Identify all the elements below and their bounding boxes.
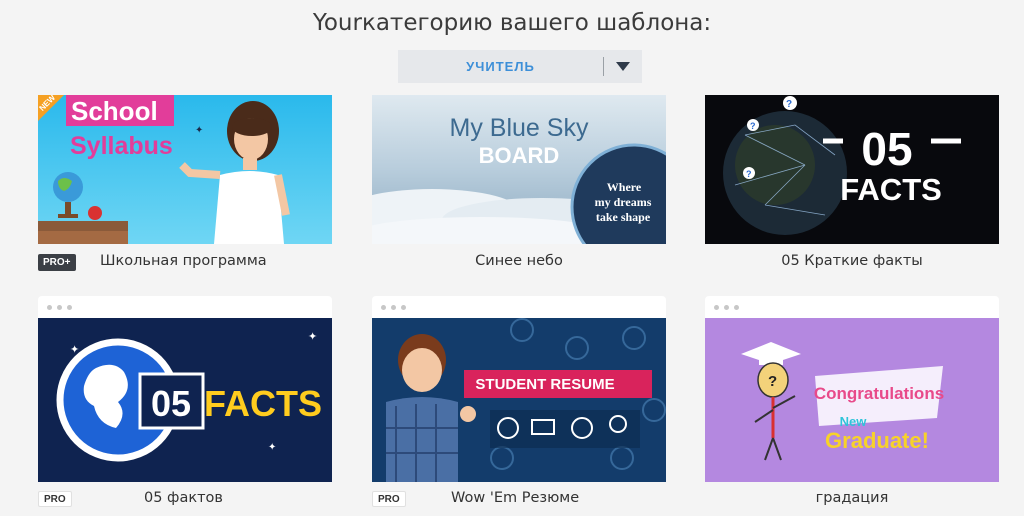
page-title: Yourкатегорию вашего шаблона: [312, 10, 712, 36]
pro-badge: PRO [38, 491, 72, 507]
thumb-text-05: 05 [861, 123, 912, 175]
template-title[interactable]: градация [705, 490, 999, 506]
thumb-text-blue-sky: My Blue Sky [450, 114, 589, 142]
pro-badge: PRO [372, 491, 406, 507]
thumb-text-dreams: my dreams [595, 195, 652, 209]
template-thumbnail[interactable]: ✦ ✦ ✦ 05 FACTS [38, 318, 332, 482]
window-bar [38, 296, 332, 318]
thumb-text-facts: FACTS [204, 383, 322, 424]
category-dropdown[interactable]: УЧИТЕЛЬ [398, 50, 642, 83]
pro-plus-badge: PRO+ [38, 254, 76, 271]
thumb-text-facts: FACTS [840, 172, 942, 207]
template-title[interactable]: 05 фактов [144, 490, 223, 506]
svg-text:✦: ✦ [268, 442, 276, 453]
svg-text:✦: ✦ [308, 331, 317, 343]
thumb-text-student-resume: STUDENT RESUME [475, 376, 614, 393]
svg-text:✦: ✦ [70, 344, 79, 356]
thumb-text-new: New [840, 414, 868, 429]
template-title[interactable]: Школьная программа [100, 253, 267, 269]
window-bar [372, 296, 666, 318]
thumb-text-syllabus: Syllabus [70, 132, 173, 160]
svg-text:?: ? [746, 169, 752, 179]
thumb-text-graduate: Graduate! [825, 428, 929, 453]
thumb-text-shape: take shape [596, 210, 651, 224]
template-title[interactable]: Синее небо [372, 253, 666, 269]
template-title[interactable]: 05 Краткие факты [705, 253, 999, 269]
window-bar [705, 296, 999, 318]
svg-text:?: ? [768, 373, 777, 390]
template-thumbnail[interactable]: ? ? ? 05 FACTS [705, 95, 999, 244]
template-thumbnail[interactable]: Congratulations New Graduate! ? [705, 318, 999, 482]
svg-text:?: ? [750, 121, 756, 131]
template-thumbnail[interactable]: My Blue Sky BOARD Where my dreams take s… [372, 95, 666, 244]
thumb-text-where: Where [607, 180, 642, 194]
thumb-text-board: BOARD [479, 143, 560, 168]
chevron-down-icon[interactable] [604, 62, 642, 71]
svg-text:✦: ✦ [195, 125, 203, 136]
thumb-text-congratulations: Congratulations [814, 384, 944, 403]
template-title[interactable]: Wow 'Em Резюме [451, 490, 579, 506]
svg-text:?: ? [786, 99, 792, 110]
category-selected-value: УЧИТЕЛЬ [466, 59, 535, 74]
template-thumbnail[interactable]: School Syllabus NEW ✦ [38, 95, 332, 244]
thumb-text-school: School [71, 96, 158, 126]
thumb-text-05: 05 [151, 383, 191, 424]
template-thumbnail[interactable]: STUDENT RESUME [372, 318, 666, 482]
